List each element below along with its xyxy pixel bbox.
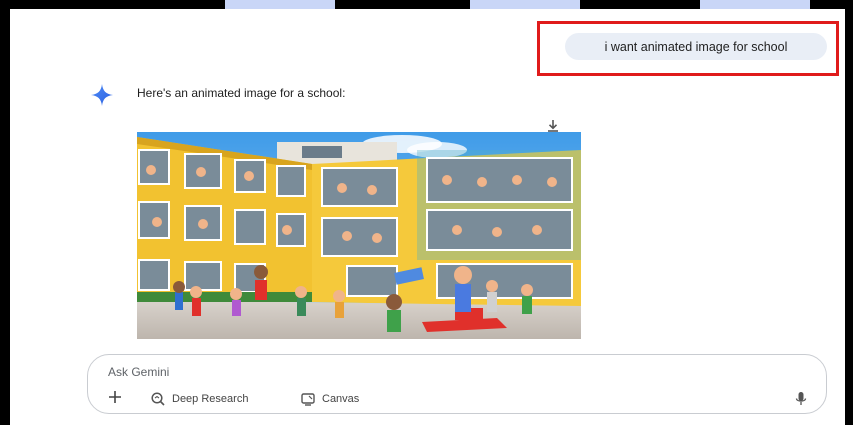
top-tab bbox=[225, 0, 335, 9]
canvas-label: Canvas bbox=[322, 393, 360, 405]
highlight-box bbox=[537, 21, 839, 76]
deep-research-icon bbox=[151, 392, 165, 406]
add-button[interactable] bbox=[106, 389, 124, 407]
plus-icon bbox=[109, 391, 121, 403]
top-tab bbox=[470, 0, 580, 9]
mic-icon[interactable] bbox=[794, 391, 808, 407]
top-tab bbox=[700, 0, 810, 9]
sparkle-icon bbox=[91, 84, 113, 106]
canvas-button[interactable]: Canvas bbox=[300, 391, 359, 407]
school-image[interactable] bbox=[137, 132, 581, 339]
deep-research-button[interactable]: Deep Research bbox=[150, 391, 248, 407]
response-text: Here's an animated image for a school: bbox=[137, 86, 346, 100]
deep-research-label: Deep Research bbox=[172, 393, 249, 405]
canvas-icon bbox=[301, 393, 315, 406]
input-placeholder[interactable]: Ask Gemini bbox=[108, 365, 169, 379]
chat-input-box[interactable]: Ask Gemini Deep Research Canvas bbox=[87, 354, 827, 414]
